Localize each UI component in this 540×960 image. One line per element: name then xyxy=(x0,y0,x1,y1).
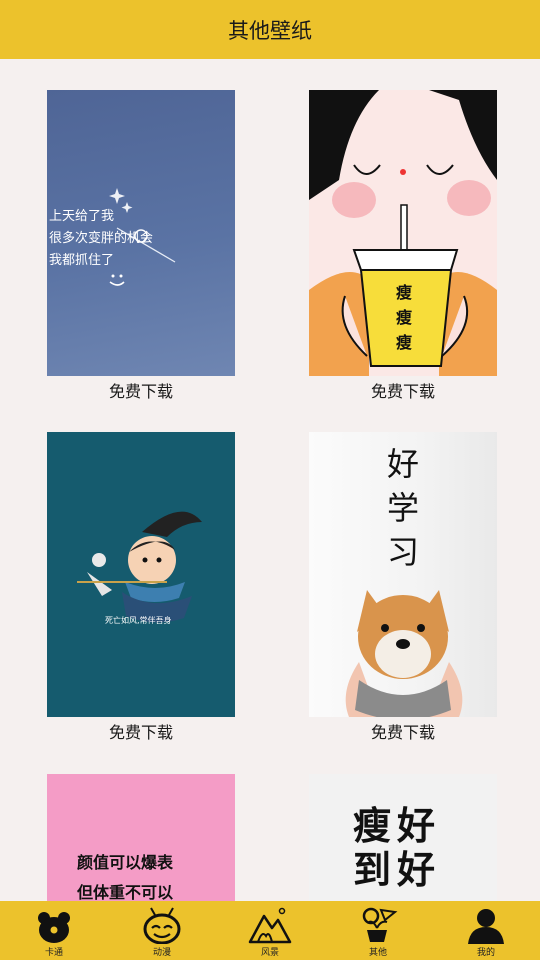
chibi-character-art xyxy=(77,511,202,623)
nav-label: 风景 xyxy=(260,948,279,958)
wallpaper-text: 死亡如风,常伴吾身 xyxy=(105,616,172,625)
cup-text: 瘦 xyxy=(395,283,412,302)
nav-label: 动漫 xyxy=(152,948,171,958)
download-label[interactable]: 免费下载 xyxy=(309,378,497,402)
page-title: 其他壁纸 xyxy=(228,18,312,43)
download-label[interactable]: 免费下载 xyxy=(47,378,235,402)
download-label[interactable]: 免费下载 xyxy=(309,719,497,743)
wallpaper-text: 我都抓住了 xyxy=(49,253,115,268)
app-header: 其他壁纸 xyxy=(0,0,540,59)
download-label[interactable]: 免费下载 xyxy=(47,719,235,743)
wallpaper-thumbnail[interactable]: 上天给了我 很多次变胖的机会 我都抓住了 xyxy=(47,90,235,376)
nav-item-scenery[interactable]: 风景 xyxy=(216,901,324,960)
cup-text: 瘦 xyxy=(395,308,412,327)
wallpaper-thumbnail[interactable]: 瘦 瘦 瘦 xyxy=(309,90,497,376)
shiba-dog-art xyxy=(345,590,463,717)
wallpaper-text: 但体重不可以 xyxy=(77,883,174,901)
wallpaper-card[interactable]: 上天给了我 很多次变胖的机会 我都抓住了 免费下载 xyxy=(47,90,235,402)
nav-item-anime[interactable]: 动漫 xyxy=(108,901,216,960)
wallpaper-thumbnail[interactable]: 颜值可以爆表 但体重不可以 xyxy=(47,774,235,901)
wallpaper-card[interactable]: 颜值可以爆表 但体重不可以 xyxy=(47,774,235,901)
nav-item-cartoon[interactable]: 卡通 xyxy=(0,901,108,960)
user-icon xyxy=(468,909,504,944)
nav-item-other[interactable]: 其他 xyxy=(324,901,432,960)
nav-label: 卡通 xyxy=(44,948,63,958)
bottom-nav: 卡通 动漫 风景 其他 我的 xyxy=(0,901,540,960)
wallpaper-card[interactable]: 死亡如风,常伴吾身 免费下载 xyxy=(47,432,235,743)
mountain-icon xyxy=(248,907,292,944)
wallpaper-text: 瘦好 xyxy=(353,803,442,848)
wallpaper-card[interactable]: 瘦 瘦 瘦 免费下载 xyxy=(309,90,497,402)
bear-icon xyxy=(38,912,70,943)
plant-pot-icon xyxy=(362,907,398,942)
wallpaper-card[interactable]: 瘦好 到好 xyxy=(309,774,497,901)
wallpaper-text: 上天给了我 xyxy=(49,209,115,224)
nav-label: 其他 xyxy=(368,948,387,958)
wallpaper-text: 很多次变胖的机会 xyxy=(49,231,154,246)
wallpaper-thumbnail[interactable]: 瘦好 到好 xyxy=(309,774,497,901)
wallpaper-thumbnail[interactable]: 好 学 习 xyxy=(309,432,497,717)
wallpaper-text: 到好 xyxy=(353,847,442,892)
nav-item-mine[interactable]: 我的 xyxy=(432,901,540,960)
wallpaper-card[interactable]: 好 学 习 免费下载 xyxy=(309,432,497,743)
cartoon-face-icon xyxy=(143,907,181,944)
cup-text: 瘦 xyxy=(395,333,412,352)
wallpaper-thumbnail[interactable]: 死亡如风,常伴吾身 xyxy=(47,432,235,717)
nav-label: 我的 xyxy=(476,948,495,958)
wallpaper-text: 颜值可以爆表 xyxy=(77,853,174,872)
